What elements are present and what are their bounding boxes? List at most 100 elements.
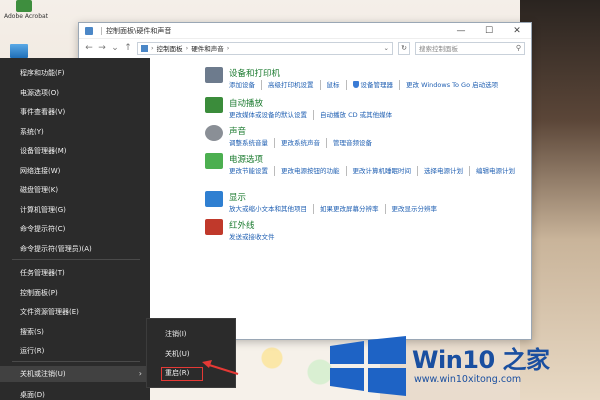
winx-menu: 程序和功能(F) 电源选项(O) 事件查看器(V) 系统(Y) 设备管理器(M)… bbox=[0, 58, 150, 400]
category-title[interactable]: 显示 bbox=[229, 191, 539, 203]
menu-item-network-connections[interactable]: 网络连接(W) bbox=[20, 166, 60, 176]
category-infrared: 红外线 发送或接收文件 bbox=[205, 219, 539, 242]
recent-dropdown-icon[interactable]: ⌄ bbox=[111, 43, 119, 53]
link[interactable]: 更改媒体或设备的默认设置 bbox=[229, 110, 314, 120]
link[interactable]: 更改显示分辨率 bbox=[392, 204, 444, 214]
up-arrow-icon[interactable]: ↑ bbox=[124, 43, 132, 53]
category-autoplay: 自动播放 更改媒体或设备的默认设置 自动播放 CD 或其他媒体 bbox=[205, 97, 539, 120]
menu-item-shutdown-signout[interactable]: 关机或注销(U) › bbox=[0, 366, 150, 382]
shield-icon bbox=[352, 81, 359, 88]
computer-icon[interactable] bbox=[10, 44, 28, 58]
menu-item-system[interactable]: 系统(Y) bbox=[20, 127, 44, 137]
category-links: 更改节能设置 更改电源按钮的功能 更改计算机睡眠时间 选择电源计划 编辑电源计划 bbox=[229, 166, 539, 176]
link[interactable]: 自动播放 CD 或其他媒体 bbox=[320, 110, 398, 120]
link[interactable]: 鼠标 bbox=[327, 80, 347, 90]
menu-item-programs-features[interactable]: 程序和功能(F) bbox=[20, 68, 65, 78]
power-icon bbox=[205, 153, 223, 169]
shutdown-submenu: 注销(I) 关机(U) 重启(R) bbox=[146, 318, 236, 388]
link[interactable]: 管理音频设备 bbox=[333, 138, 378, 148]
menu-item-desktop[interactable]: 桌面(D) bbox=[20, 390, 45, 400]
monitor-icon bbox=[205, 191, 223, 207]
back-arrow-icon[interactable]: ← bbox=[85, 43, 93, 53]
speaker-icon bbox=[205, 125, 223, 141]
link[interactable]: 如果更改屏幕分辨率 bbox=[320, 204, 386, 214]
category-links: 调整系统音量 更改系统声音 管理音频设备 bbox=[229, 138, 539, 148]
link[interactable]: 更改节能设置 bbox=[229, 166, 275, 176]
link[interactable]: 更改系统声音 bbox=[281, 138, 327, 148]
menu-item-disk-management[interactable]: 磁盘管理(K) bbox=[20, 185, 58, 195]
window-title: 控制面板\硬件和声音 bbox=[106, 26, 172, 35]
submenu-item-sign-out[interactable]: 注销(I) bbox=[165, 329, 187, 339]
minimize-button[interactable]: — bbox=[447, 23, 475, 39]
category-title[interactable]: 设备和打印机 bbox=[229, 67, 539, 79]
search-input[interactable]: 搜索控制面板 ⚲ bbox=[415, 41, 525, 55]
chevron-right-icon: › bbox=[138, 369, 142, 378]
category-links: 更改媒体或设备的默认设置 自动播放 CD 或其他媒体 bbox=[229, 110, 539, 120]
category-sound: 声音 调整系统音量 更改系统声音 管理音频设备 bbox=[205, 125, 539, 148]
chevron-right-icon: › bbox=[185, 44, 189, 52]
autoplay-icon bbox=[205, 97, 223, 113]
menu-item-device-manager[interactable]: 设备管理器(M) bbox=[20, 146, 67, 156]
chevron-right-icon: › bbox=[151, 44, 154, 52]
link[interactable]: 选择电源计划 bbox=[424, 166, 470, 176]
close-button[interactable]: ✕ bbox=[503, 23, 531, 39]
link[interactable]: 更改 Windows To Go 启动选项 bbox=[406, 80, 504, 90]
link[interactable]: 发送或接收文件 bbox=[229, 232, 281, 242]
watermark-title: Win10 之家 bbox=[412, 346, 550, 374]
forward-arrow-icon[interactable]: → bbox=[98, 43, 106, 53]
link[interactable]: 放大或缩小文本和其他项目 bbox=[229, 204, 314, 214]
category-links: 发送或接收文件 bbox=[229, 232, 539, 242]
category-links: 放大或缩小文本和其他项目 如果更改屏幕分辨率 更改显示分辨率 bbox=[229, 204, 539, 214]
search-icon[interactable]: ⚲ bbox=[516, 44, 521, 52]
desktop-shortcut-label: Adobe Acrobat bbox=[4, 13, 49, 20]
chevron-down-icon[interactable]: ⌄ bbox=[384, 44, 389, 52]
menu-item-computer-management[interactable]: 计算机管理(G) bbox=[20, 205, 66, 215]
watermark-url: www.win10xitong.com bbox=[414, 374, 522, 385]
category-display: 显示 放大或缩小文本和其他项目 如果更改屏幕分辨率 更改显示分辨率 bbox=[205, 191, 539, 214]
link[interactable]: 编辑电源计划 bbox=[476, 166, 521, 176]
window-controls: — ☐ ✕ bbox=[447, 23, 531, 39]
submenu-item-shut-down[interactable]: 关机(U) bbox=[165, 349, 190, 359]
desktop-shortcut[interactable]: Adobe Acrobat bbox=[4, 0, 49, 24]
menu-item-file-explorer[interactable]: 文件资源管理器(E) bbox=[20, 307, 79, 317]
refresh-icon[interactable]: ↻ bbox=[398, 41, 410, 55]
link-with-shield[interactable]: 设备管理器 bbox=[352, 80, 400, 90]
menu-item-event-viewer[interactable]: 事件查看器(V) bbox=[20, 107, 65, 117]
menu-item-search[interactable]: 搜索(S) bbox=[20, 327, 44, 337]
search-placeholder: 搜索控制面板 bbox=[419, 45, 458, 53]
menu-separator bbox=[12, 259, 140, 260]
category-title[interactable]: 声音 bbox=[229, 125, 539, 137]
link[interactable]: 更改电源按钮的功能 bbox=[281, 166, 347, 176]
address-bar: ← → ⌄ ↑ › 控制面板 › 硬件和声音 › ⌄ ↻ 搜索控制面板 ⚲ bbox=[79, 39, 531, 57]
app-icon bbox=[16, 0, 32, 12]
category-title[interactable]: 红外线 bbox=[229, 219, 539, 231]
title-separator bbox=[101, 26, 102, 35]
category-devices-printers: 设备和打印机 添加设备 高级打印机设置 鼠标 设备管理器 更改 Windows … bbox=[205, 67, 539, 90]
category-links: 添加设备 高级打印机设置 鼠标 设备管理器 更改 Windows To Go 启… bbox=[229, 80, 539, 90]
menu-item-power-options[interactable]: 电源选项(O) bbox=[20, 88, 59, 98]
red-pointer-arrow-icon bbox=[202, 360, 239, 375]
maximize-button[interactable]: ☐ bbox=[475, 23, 503, 39]
category-title[interactable]: 自动播放 bbox=[229, 97, 539, 109]
windows-logo-icon bbox=[330, 336, 406, 396]
menu-item-task-manager[interactable]: 任务管理器(T) bbox=[20, 268, 65, 278]
chevron-right-icon: › bbox=[226, 44, 230, 52]
control-panel-icon bbox=[85, 26, 93, 35]
category-power-options: 电源选项 更改节能设置 更改电源按钮的功能 更改计算机睡眠时间 选择电源计划 编… bbox=[205, 153, 539, 176]
breadcrumb-hardware-sound[interactable]: 硬件和声音 bbox=[191, 43, 224, 53]
menu-item-control-panel[interactable]: 控制面板(P) bbox=[20, 288, 58, 298]
link[interactable]: 调整系统音量 bbox=[229, 138, 275, 148]
printer-icon bbox=[205, 67, 223, 83]
menu-item-run[interactable]: 运行(R) bbox=[20, 346, 44, 356]
infrared-icon bbox=[205, 219, 223, 235]
link[interactable]: 高级打印机设置 bbox=[268, 80, 321, 90]
link[interactable]: 更改计算机睡眠时间 bbox=[353, 166, 418, 176]
menu-item-command-prompt-admin[interactable]: 命令提示符(管理员)(A) bbox=[20, 244, 92, 254]
breadcrumb-control-panel[interactable]: 控制面板 bbox=[157, 43, 183, 53]
menu-item-command-prompt[interactable]: 命令提示符(C) bbox=[20, 224, 65, 234]
menu-separator bbox=[12, 361, 140, 362]
link[interactable]: 添加设备 bbox=[229, 80, 262, 90]
submenu-item-restart[interactable]: 重启(R) bbox=[161, 367, 203, 381]
category-title[interactable]: 电源选项 bbox=[229, 153, 539, 165]
address-field[interactable]: › 控制面板 › 硬件和声音 › ⌄ bbox=[137, 41, 393, 55]
